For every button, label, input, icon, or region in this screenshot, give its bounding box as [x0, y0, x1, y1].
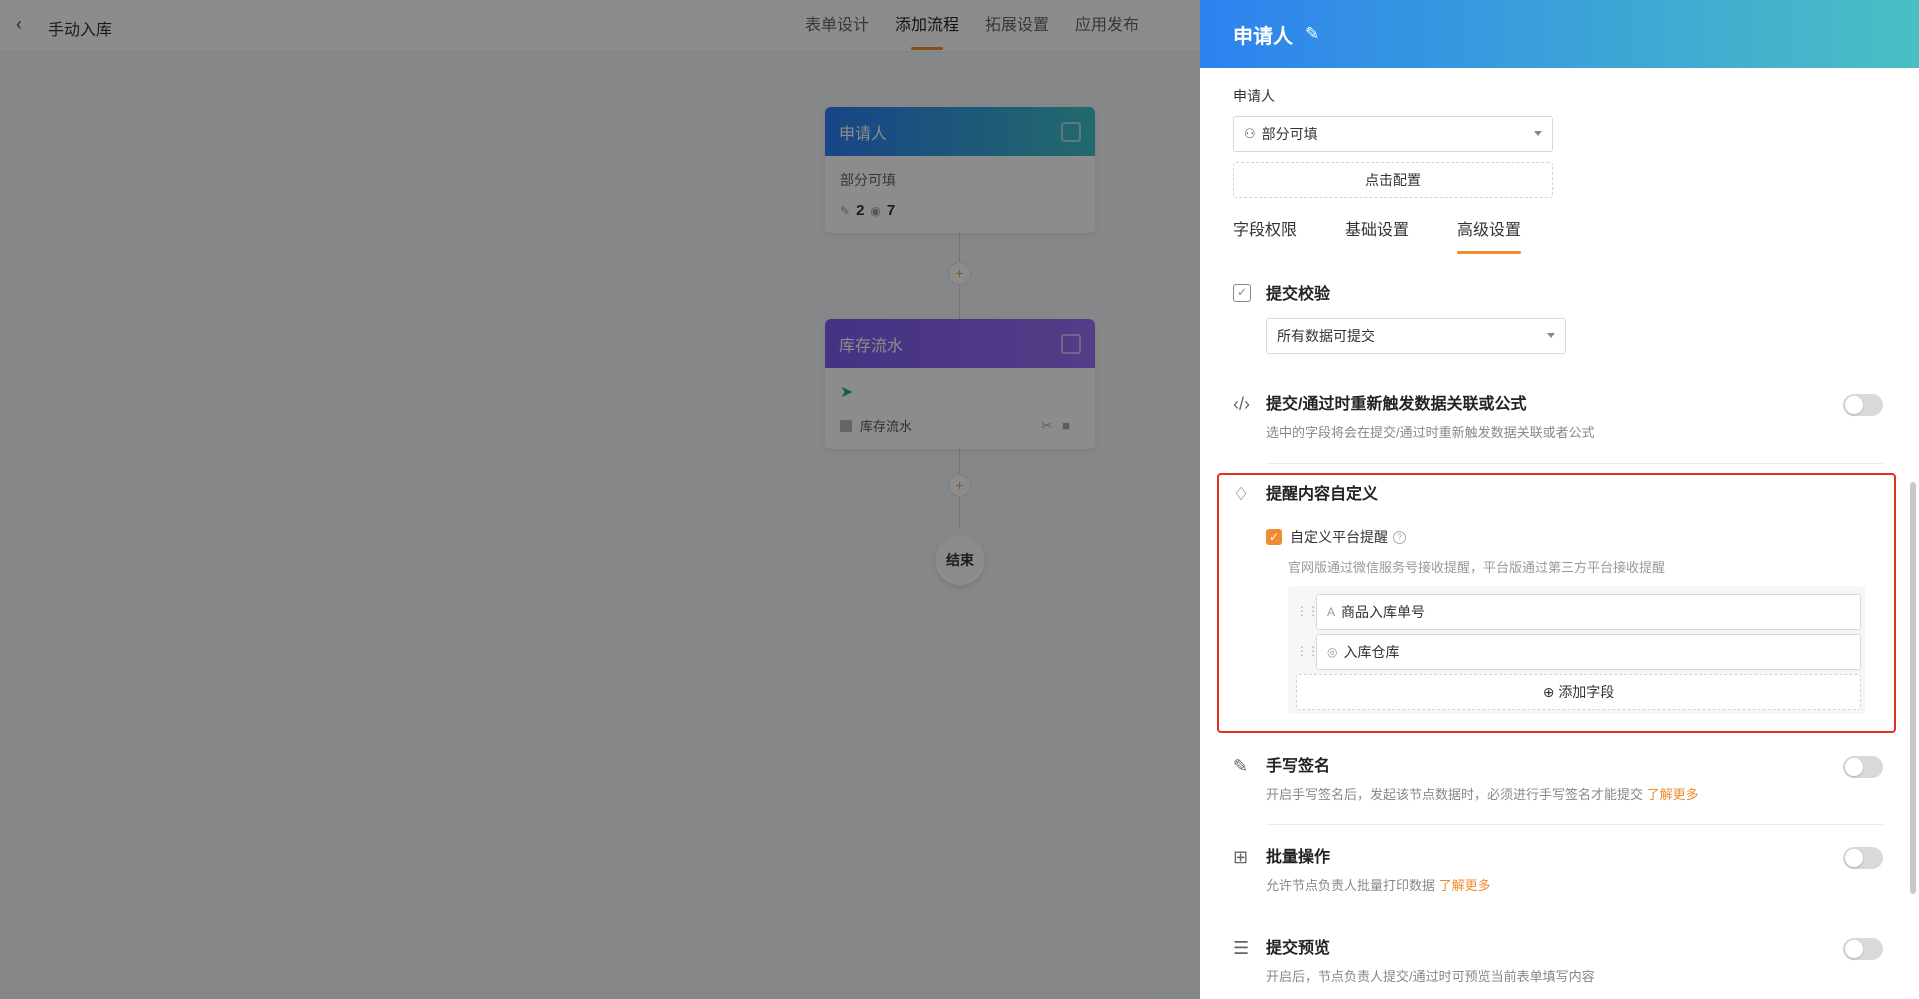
caret-down-icon [1547, 333, 1555, 338]
drag-handle-icon[interactable]: ⋮⋮ [1296, 604, 1319, 618]
preview-toggle[interactable] [1843, 938, 1883, 960]
signature-setting: ✎ 手写签名 开启手写签名后，发起该节点数据时，必须进行手写签名才能提交 了解更… [1233, 756, 1883, 803]
batch-toggle[interactable] [1843, 847, 1883, 869]
submit-check-select[interactable]: 所有数据可提交 [1266, 318, 1566, 354]
preview-icon: ☰ [1233, 938, 1250, 958]
batch-icon: ⊞ [1233, 847, 1249, 867]
code-icon: ‹/› [1233, 394, 1250, 414]
text-field-icon: A [1327, 605, 1336, 619]
edit-icon[interactable]: ✎ [1305, 24, 1319, 44]
modal-mask[interactable] [0, 0, 1200, 999]
drag-handle-icon[interactable]: ⋮⋮ [1296, 644, 1319, 658]
field-item[interactable]: A 商品入库单号 [1316, 594, 1861, 630]
reminder-setting: ♢ 提醒内容自定义 [1233, 484, 1379, 504]
retrigger-setting: ‹/› 提交/通过时重新触发数据关联或公式 选中的字段将会在提交/通过时重新触发… [1233, 394, 1883, 441]
signature-toggle[interactable] [1843, 756, 1883, 778]
link-field-icon: ◎ [1327, 645, 1338, 659]
tab-advanced-settings[interactable]: 高级设置 [1457, 216, 1522, 254]
settings-tabs: 字段权限 基础设置 高级设置 [1233, 216, 1886, 254]
plus-circle-icon: ⊕ [1542, 684, 1555, 700]
caret-down-icon [1534, 131, 1542, 136]
list-item: ⋮⋮ A 商品入库单号 [1296, 594, 1861, 630]
node-settings-drawer: 申请人 ✎ 申请人 ⚇ 部分可填 点击配置 字段权限 基础设置 高级设置 ✓ 提… [1200, 0, 1919, 999]
help-icon[interactable]: ? [1393, 530, 1406, 544]
custom-platform-reminder: ✓ 自定义平台提醒 ? [1266, 527, 1406, 547]
reminder-fields: ⋮⋮ A 商品入库单号 ⋮⋮ ◎ 入库仓库 ⊕ 添加字段 [1288, 586, 1865, 714]
retrigger-toggle[interactable] [1843, 394, 1883, 416]
checkbox-icon: ✓ [1233, 284, 1251, 302]
learn-more-link[interactable]: 了解更多 [1439, 878, 1491, 893]
bell-icon: ♢ [1233, 484, 1250, 504]
add-field-button[interactable]: ⊕ 添加字段 [1296, 674, 1861, 710]
tab-field-permission[interactable]: 字段权限 [1233, 216, 1297, 254]
applicant-label: 申请人 [1233, 88, 1275, 104]
list-item: ⋮⋮ ◎ 入库仓库 [1296, 634, 1861, 670]
custom-reminder-checkbox[interactable]: ✓ [1266, 529, 1282, 545]
learn-more-link[interactable]: 了解更多 [1647, 787, 1699, 802]
submit-check-setting: ✓ 提交校验 所有数据可提交 [1233, 284, 1883, 354]
config-button[interactable]: 点击配置 [1233, 162, 1553, 198]
tab-basic-settings[interactable]: 基础设置 [1345, 216, 1409, 254]
advanced-settings-panel: ✓ 提交校验 所有数据可提交 ‹/› 提交/通过时重新触发数据关联或公式 选中的… [1200, 264, 1919, 999]
batch-setting: ⊞ 批量操作 允许节点负责人批量打印数据 了解更多 [1233, 847, 1883, 894]
drawer-title: 申请人 [1233, 25, 1293, 48]
reminder-desc: 官网版通过微信服务号接收提醒，平台版通过第三方平台接收提醒 [1288, 560, 1666, 575]
preview-setting: ☰ 提交预览 开启后，节点负责人提交/通过时可预览当前表单填写内容 [1233, 938, 1883, 985]
drawer-header: 申请人 ✎ [1200, 0, 1919, 68]
scrollbar[interactable] [1910, 482, 1916, 894]
users-icon: ⚇ [1244, 126, 1256, 141]
pen-icon: ✎ [1233, 756, 1249, 776]
field-item[interactable]: ◎ 入库仓库 [1316, 634, 1861, 670]
permission-select[interactable]: ⚇ 部分可填 [1233, 116, 1553, 152]
